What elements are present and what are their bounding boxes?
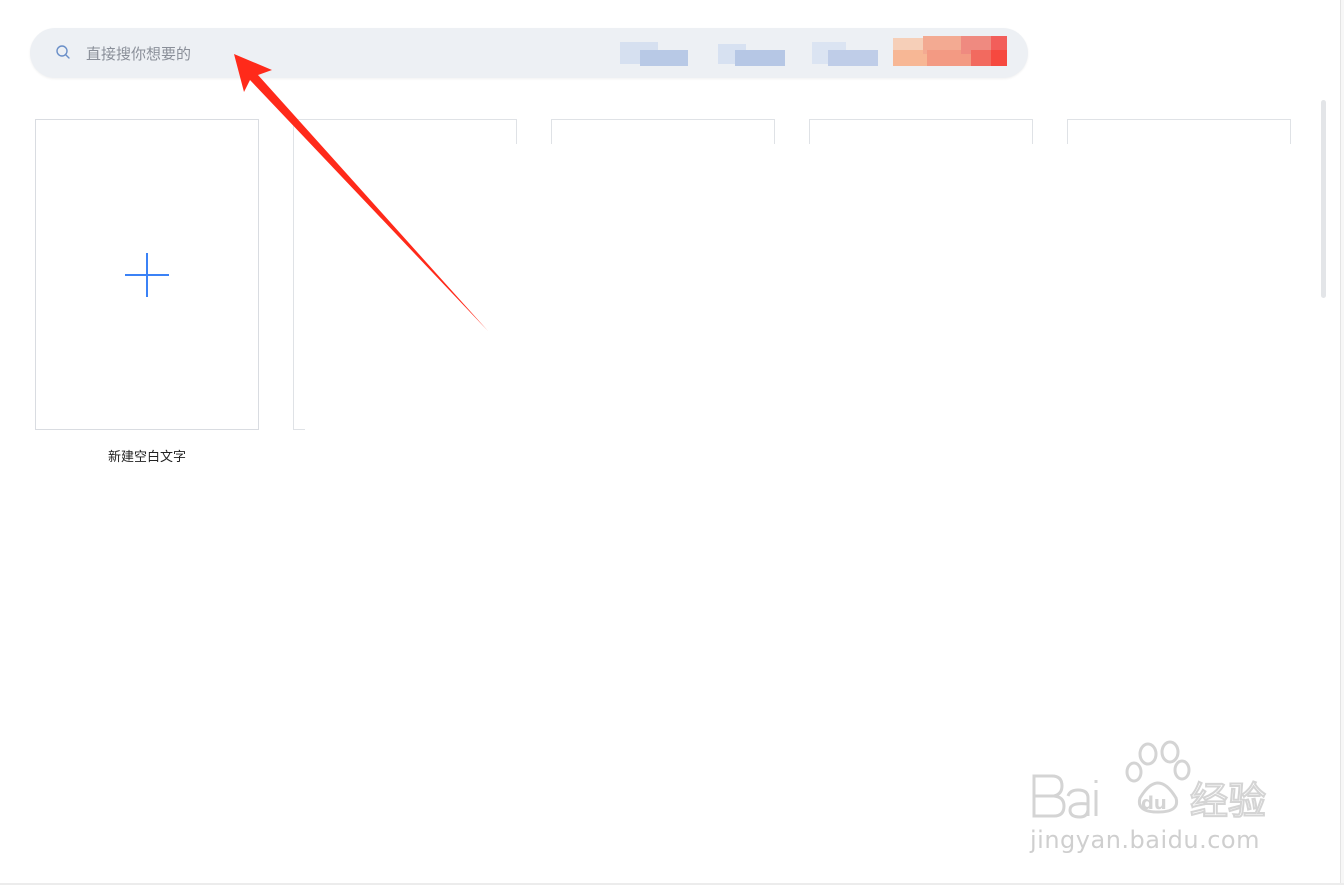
watermark-brand-text: 经验 bbox=[1190, 779, 1266, 823]
svg-text:du: du bbox=[1141, 793, 1167, 814]
template-card[interactable] bbox=[551, 119, 775, 144]
new-blank-document-label[interactable]: 新建空白文字 bbox=[35, 446, 259, 465]
search-bar[interactable] bbox=[30, 28, 1028, 78]
scrollbar-thumb[interactable] bbox=[1321, 100, 1326, 298]
new-blank-document-card[interactable] bbox=[35, 119, 259, 430]
template-card-edge bbox=[293, 144, 305, 430]
template-card[interactable] bbox=[809, 119, 1033, 144]
search-input[interactable] bbox=[84, 38, 568, 70]
watermark-url: jingyan.baidu.com bbox=[1030, 826, 1260, 854]
plus-icon bbox=[123, 251, 171, 299]
template-card[interactable] bbox=[293, 119, 517, 144]
template-card[interactable] bbox=[1067, 119, 1291, 144]
search-icon[interactable] bbox=[55, 44, 71, 60]
window-edge bbox=[1340, 0, 1344, 885]
hot-keywords-blurred bbox=[590, 32, 1010, 74]
